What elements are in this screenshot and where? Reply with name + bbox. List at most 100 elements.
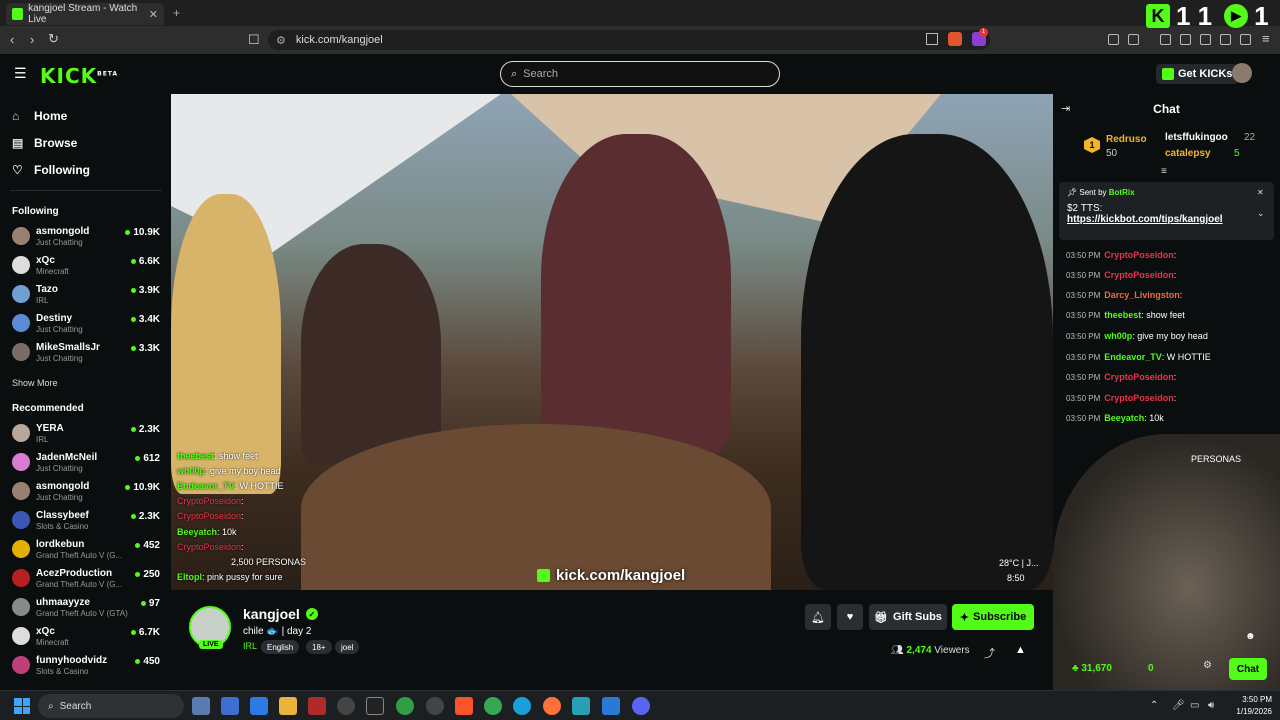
unpin-icon[interactable]: ✕ — [1257, 188, 1264, 197]
share-icon[interactable]: ⤴ — [984, 645, 995, 661]
menu-icon[interactable]: ≡ — [1262, 31, 1270, 46]
expand-icon[interactable]: ≡ — [1161, 166, 1167, 177]
leaderboard-name[interactable]: Redruso — [1106, 134, 1147, 145]
app-icon[interactable] — [366, 697, 384, 715]
app-icon[interactable] — [250, 697, 268, 715]
kick-logo[interactable]: KICKBETA — [40, 64, 118, 88]
chrome-icon[interactable] — [484, 697, 502, 715]
stream-category[interactable]: IRL — [243, 641, 257, 651]
microphone-icon[interactable]: 🎤︎ — [1172, 700, 1185, 711]
reload-icon[interactable]: ↻ — [48, 31, 59, 47]
followed-channel[interactable]: Destiny Just Chatting 3.4K — [12, 311, 160, 337]
followed-channel[interactable]: Tazo IRL 3.9K — [12, 282, 160, 308]
recommended-channel[interactable]: funnyhoodvidz Slots & Casino 450 — [12, 653, 160, 679]
stream-tag[interactable]: joel — [335, 640, 360, 654]
stream-tag[interactable]: English — [261, 640, 300, 654]
browser-tab[interactable]: kangjoel Stream - Watch Live ✕ — [6, 3, 164, 25]
taskbar-search[interactable]: ⌕ Search — [38, 694, 184, 718]
file-explorer-icon[interactable] — [279, 697, 297, 715]
emote-icon[interactable]: ☻ — [1245, 631, 1256, 642]
stream-tag[interactable]: 18+ — [306, 640, 332, 654]
windows-start-icon[interactable] — [14, 698, 30, 714]
recommended-channel[interactable]: Classybeef Slots & Casino 2.3K — [12, 508, 160, 534]
leaderboard-name[interactable]: catalepsy — [1165, 148, 1211, 159]
new-tab-button[interactable]: + — [173, 6, 180, 20]
overlay-chat-line: Eltopl: pink pussy for sure — [177, 572, 283, 582]
sidebar-item-following[interactable]: ♡ Following — [12, 163, 90, 177]
app-icon[interactable] — [572, 697, 590, 715]
vpn-icon[interactable] — [1240, 34, 1251, 45]
channel-name[interactable]: kangjoel ✓ — [243, 606, 318, 622]
notification-badge: 1 — [979, 28, 988, 37]
followed-channel[interactable]: MikeSmallsJr Just Chatting 3.3K — [12, 340, 160, 366]
app-icon[interactable] — [308, 697, 326, 715]
tab-close-icon[interactable]: ✕ — [149, 8, 158, 21]
brave-icon[interactable] — [455, 697, 473, 715]
user-avatar[interactable] — [1232, 63, 1252, 83]
sidebar: ⌂ Home ▤ Browse ♡ Following Following asmon… — [0, 94, 170, 690]
kicks-icon — [1162, 68, 1174, 80]
volume-icon[interactable]: 🔊︎ — [1208, 700, 1214, 711]
follow-button[interactable]: ♥ — [837, 604, 863, 630]
firefox-icon[interactable] — [543, 697, 561, 715]
chevron-up-icon[interactable]: ⌃ — [1150, 700, 1158, 711]
video-player[interactable]: theebest: show feet wh00p: give my boy h… — [171, 94, 1053, 590]
site-header: ☰ KICKBETA ⌕ Search Get KICKs — [0, 54, 1280, 94]
video-person — [541, 134, 731, 454]
search-icon: ⌕ — [511, 67, 518, 80]
leaderboard-name[interactable]: letsffukingoo — [1165, 132, 1228, 143]
sidebar-item-home[interactable]: ⌂ Home — [12, 109, 67, 123]
sidebar-icon[interactable] — [1180, 34, 1191, 45]
extensions-icon[interactable] — [1108, 34, 1119, 45]
followed-channel[interactable]: xQc Minecraft 6.6K — [12, 253, 160, 279]
show-more-link[interactable]: Show More — [12, 378, 58, 388]
recommended-channel[interactable]: xQc Minecraft 6.7K — [12, 624, 160, 650]
chat-message: 03:50 PM wh00p: give my boy head — [1066, 331, 1208, 341]
music-icon[interactable] — [1160, 34, 1171, 45]
get-kicks-button[interactable]: Get KICKs — [1156, 64, 1239, 84]
gift-subs-button[interactable]: 🎁︎ Gift Subs — [869, 604, 947, 630]
avatar — [12, 598, 30, 616]
recommended-channel[interactable]: YERA IRL 2.3K — [12, 421, 160, 447]
heart-icon: ♥ — [846, 611, 854, 623]
stream-title: chile 🐟 | day 2 — [243, 626, 312, 637]
followed-channel[interactable]: asmongold Just Chatting 10.9K — [12, 224, 160, 250]
recommended-channel[interactable]: asmongold Just Chatting 10.9K — [12, 479, 160, 505]
screenshot-icon[interactable] — [1128, 34, 1139, 45]
chat-message: 03:50 PM CryptoPoseidon: — [1066, 393, 1177, 403]
share-icon[interactable] — [926, 33, 938, 45]
wallet-icon[interactable] — [1200, 34, 1211, 45]
edge-icon[interactable] — [513, 697, 531, 715]
recommended-channel[interactable]: uhmaayyze Grand Theft Auto V (GTA) 97 — [12, 595, 160, 621]
back-icon[interactable]: ‹ — [10, 32, 14, 47]
settings-icon[interactable]: ⚙ — [1203, 660, 1212, 671]
recommended-channel[interactable]: JadenMcNeil Just Chatting 612 — [12, 450, 160, 476]
leo-icon[interactable] — [1220, 34, 1231, 45]
app-icon[interactable] — [221, 697, 239, 715]
following-section-title: Following — [12, 206, 59, 217]
taskbar-clock[interactable]: 3:50 PM 1/19/2026 — [1228, 694, 1272, 718]
notification-bell-button[interactable]: 🔔︎ — [805, 604, 831, 630]
discord-icon[interactable] — [632, 697, 650, 715]
search-input[interactable]: ⌕ Search — [500, 61, 780, 87]
forward-icon[interactable]: › — [30, 32, 34, 47]
send-chat-button[interactable]: Chat — [1229, 658, 1267, 680]
pinned-link[interactable]: https://kickbot.com/tips/kangjoel — [1067, 214, 1266, 225]
app-icon[interactable] — [337, 697, 355, 715]
network-icon[interactable]: ▭ — [1190, 700, 1199, 711]
report-icon[interactable]: ▲ — [1015, 644, 1026, 656]
subscribe-button[interactable]: ✦ Subscribe — [952, 604, 1034, 630]
brave-shield-icon[interactable] — [948, 32, 962, 46]
hamburger-menu-icon[interactable]: ☰ — [14, 65, 27, 82]
vscode-icon[interactable] — [602, 697, 620, 715]
chevron-down-icon[interactable]: ⌄ — [1257, 208, 1265, 219]
bookmark-icon[interactable]: ☐ — [248, 32, 260, 48]
app-icon[interactable] — [396, 697, 414, 715]
sidebar-item-browse[interactable]: ▤ Browse — [12, 136, 77, 150]
app-icon[interactable] — [426, 697, 444, 715]
site-info-icon[interactable]: ⚙ — [276, 34, 286, 47]
url-field[interactable]: ⚙ kick.com/kangjoel — [268, 30, 990, 50]
recommended-channel[interactable]: AcezProduction Grand Theft Auto V (G... 25… — [12, 566, 160, 592]
recommended-channel[interactable]: lordkebun Grand Theft Auto V (G... 452 — [12, 537, 160, 563]
app-icon[interactable] — [192, 697, 210, 715]
